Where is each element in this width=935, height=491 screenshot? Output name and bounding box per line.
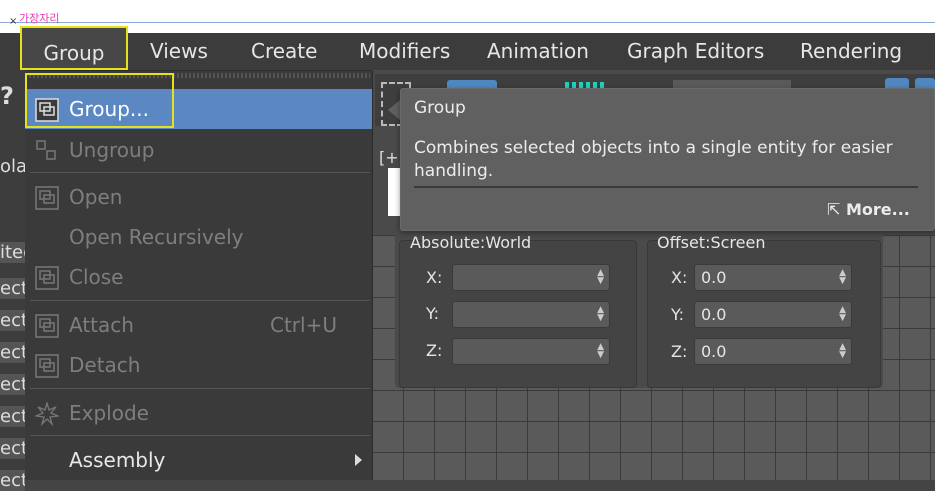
panel-row[interactable]: ect bbox=[0, 406, 25, 427]
tooltip-title: Group bbox=[414, 98, 466, 118]
spinner-arrows-icon[interactable]: ▲ ▼ bbox=[597, 269, 604, 286]
offset-y-spinner[interactable]: 0.0 ▲ ▼ bbox=[694, 301, 852, 328]
tooltip-pointer bbox=[388, 100, 400, 120]
spinner-arrows-icon[interactable]: ▲ ▼ bbox=[839, 306, 846, 323]
close-group-icon bbox=[35, 266, 59, 290]
annotation-mark: × bbox=[9, 16, 18, 27]
menu-item-label: Open Recursively bbox=[69, 225, 244, 249]
menu-item-attach[interactable]: Attach Ctrl+U bbox=[25, 305, 372, 345]
menu-item-label: Explode bbox=[69, 401, 149, 425]
offset-x-spinner[interactable]: 0.0 ▲ ▼ bbox=[694, 264, 852, 291]
abs-x-spinner[interactable]: ▲ ▼ bbox=[452, 264, 610, 291]
off-x-label: X: bbox=[671, 268, 688, 287]
menu-item-label: Close bbox=[69, 265, 124, 289]
menu-item-open-recursively[interactable]: Open Recursively bbox=[25, 217, 372, 257]
menu-separator bbox=[30, 172, 370, 173]
guide-line bbox=[0, 22, 935, 23]
ungroup-icon bbox=[36, 140, 56, 160]
abs-z-spinner[interactable]: ▲ ▼ bbox=[452, 338, 610, 365]
annotation-strip bbox=[0, 0, 935, 33]
offset-screen-title: Offset:Screen bbox=[657, 233, 766, 252]
tooltip-more-link[interactable]: ⇱ More... bbox=[827, 200, 910, 219]
menu-item-explode[interactable]: Explode bbox=[25, 393, 372, 433]
panel-row[interactable]: ited bbox=[0, 242, 25, 263]
off-z-label: Z: bbox=[671, 342, 688, 361]
menu-group[interactable]: Group bbox=[20, 26, 128, 70]
menu-item-close[interactable]: Close bbox=[25, 257, 372, 297]
menu-rendering[interactable]: Rendering bbox=[800, 33, 902, 70]
tooltip-description: Combines selected objects into a single … bbox=[414, 138, 893, 181]
menu-modifiers[interactable]: Modifiers bbox=[359, 33, 450, 70]
menu-animation[interactable]: Animation bbox=[487, 33, 589, 70]
help-icon[interactable]: ? bbox=[0, 82, 25, 110]
abs-y-label: Y: bbox=[426, 304, 440, 323]
external-link-icon: ⇱ bbox=[827, 200, 841, 219]
menu-item-label: Ungroup bbox=[69, 138, 155, 162]
menu-item-label: Assembly bbox=[69, 448, 166, 472]
open-group-icon bbox=[35, 186, 59, 210]
viewport-label[interactable]: [+ bbox=[379, 148, 399, 167]
abs-x-label: X: bbox=[426, 268, 443, 287]
panel-text: olay bbox=[0, 156, 25, 177]
absolute-world-title: Absolute:World bbox=[410, 233, 532, 252]
menu-bar: Group Views Create Modifiers Animation G… bbox=[0, 26, 935, 71]
offset-z-spinner[interactable]: 0.0 ▲ ▼ bbox=[694, 338, 852, 365]
abs-y-spinner[interactable]: ▲ ▼ bbox=[452, 301, 610, 328]
menu-item-label: Open bbox=[69, 185, 123, 209]
panel-row[interactable]: ect bbox=[0, 374, 25, 395]
menu-graph-editors[interactable]: Graph Editors bbox=[627, 33, 764, 70]
spinner-arrows-icon[interactable]: ▲ ▼ bbox=[839, 343, 846, 360]
menu-item-label: Attach bbox=[69, 313, 134, 337]
menu-separator bbox=[30, 388, 370, 389]
panel-row[interactable]: ect bbox=[0, 438, 25, 459]
annotation-label: 가장자리 bbox=[19, 12, 60, 25]
spinner-arrows-icon[interactable]: ▲ ▼ bbox=[597, 343, 604, 360]
spinner-arrows-icon[interactable]: ▲ ▼ bbox=[839, 269, 846, 286]
menu-separator bbox=[30, 435, 370, 436]
submenu-arrow-icon bbox=[355, 454, 362, 466]
menu-item-assembly[interactable]: Assembly bbox=[25, 440, 372, 480]
menu-create[interactable]: Create bbox=[251, 33, 317, 70]
explode-icon bbox=[35, 402, 59, 426]
menu-item-label: Detach bbox=[69, 353, 141, 377]
attach-icon bbox=[35, 314, 59, 338]
menu-item-detach[interactable]: Detach bbox=[25, 345, 372, 385]
panel-row[interactable]: ect bbox=[0, 278, 25, 299]
more-label: More... bbox=[845, 200, 910, 219]
tooltip-divider bbox=[414, 186, 918, 188]
spinner-arrows-icon[interactable]: ▲ ▼ bbox=[597, 306, 604, 323]
command-panel: ? olay ited ect ect ect ect ect ect ect bbox=[0, 70, 25, 491]
detach-icon bbox=[35, 354, 59, 378]
abs-z-label: Z: bbox=[426, 341, 443, 360]
panel-row[interactable]: ect bbox=[0, 342, 25, 363]
off-y-label: Y: bbox=[671, 305, 685, 324]
menu-separator bbox=[30, 300, 370, 301]
menu-item-ungroup[interactable]: Ungroup bbox=[25, 130, 372, 170]
panel-row[interactable]: ect bbox=[0, 310, 25, 331]
menu-views[interactable]: Views bbox=[150, 33, 208, 70]
panel-row[interactable]: ect bbox=[0, 470, 25, 491]
menu-item-open[interactable]: Open bbox=[25, 177, 372, 217]
highlight-box bbox=[25, 73, 174, 128]
menu-item-shortcut: Ctrl+U bbox=[270, 313, 337, 337]
